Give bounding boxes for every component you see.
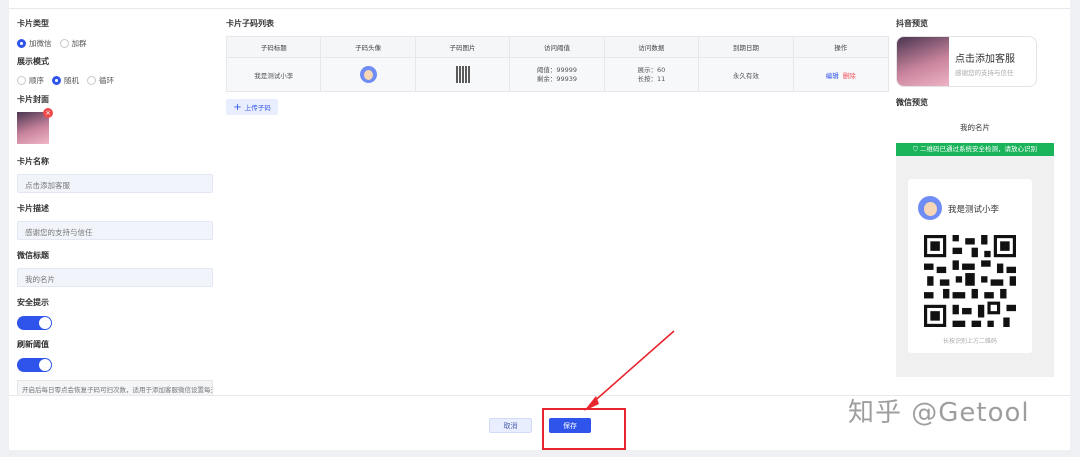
radio-label: 加微信 [29, 39, 52, 48]
col-actions: 操作 [834, 44, 848, 52]
subcode-table: 子码标题 子码头像 子码图片 访问阈值 访问数据 到期日期 操作 我是测试小李 … [226, 36, 889, 92]
col-image: 子码图片 [416, 37, 511, 57]
col-data: 访问数据 [605, 37, 700, 57]
card-name-label: 卡片名称 [17, 157, 49, 166]
wechat-title-input[interactable]: 我的名片 [17, 268, 213, 287]
card-name-input[interactable]: 点击添加客服 [17, 174, 213, 193]
remove-cover-icon[interactable]: × [43, 108, 53, 118]
radio-random[interactable]: 随机 [52, 75, 79, 86]
refresh-hint: 开启后每日零点会恢复子码可扫次数，适用于添加客服微信设置每天可添加数… [17, 380, 213, 396]
wechat-qr-tip: 长按识别上方二维码 [942, 338, 997, 345]
security-check-bar: ⛉ 二维码已通过系统安全检测，请放心识别 [896, 143, 1054, 156]
security-check-text: 二维码已通过系统安全检测，请放心识别 [919, 145, 1037, 153]
douyin-card-title: 点击添加客服 [955, 54, 1015, 65]
threshold-remaining: 剩余：99939 [536, 74, 578, 83]
radio-unchecked-icon [87, 76, 96, 85]
watermark: 知乎 @Getool [848, 398, 1030, 428]
display-mode-label: 展示模式 [17, 57, 49, 66]
refresh-threshold-label: 刷新阈值 [17, 340, 49, 349]
delete-link[interactable]: 删除 [843, 70, 856, 80]
safety-tip-label: 安全提示 [17, 298, 49, 307]
radio-add-wechat[interactable]: 加微信 [17, 38, 52, 49]
wechat-preview: 我的名片 ⛉ 二维码已通过系统安全检测，请放心识别 我是测试小李 长按识别上方二… [896, 113, 1054, 377]
cover-image[interactable]: × [17, 108, 53, 144]
data-longpress: 长按：11 [637, 74, 666, 83]
card-desc-label: 卡片描述 [17, 204, 49, 213]
cell-avatar [321, 58, 416, 91]
radio-add-group[interactable]: 加群 [59, 38, 87, 49]
wechat-contact-name: 我是测试小李 [948, 205, 1000, 215]
wechat-title-label: 微信标题 [17, 251, 49, 260]
radio-sequential[interactable]: 顺序 [17, 75, 44, 86]
cell-actions: 编辑 删除 [794, 58, 888, 91]
douyin-card-subtitle: 感谢您的支持与信任 [955, 69, 1014, 77]
table-header: 子码标题 子码头像 子码图片 访问阈值 访问数据 到期日期 操作 [227, 37, 888, 58]
wechat-card: 我是测试小李 长按识别上方二维码 [908, 179, 1032, 353]
col-title: 子码标题 [227, 37, 322, 57]
upload-subcode-button[interactable]: + 上传子码 [226, 99, 278, 115]
cancel-button[interactable]: 取消 [489, 418, 532, 433]
radio-label: 随机 [64, 76, 79, 85]
douyin-cover-image [897, 37, 949, 86]
avatar-icon [359, 66, 377, 83]
subcode-list-title: 卡片子码列表 [226, 19, 274, 28]
col-expire: 到期日期 [699, 37, 794, 57]
col-threshold: 访问阈值 [510, 37, 605, 57]
col-avatar: 子码头像 [321, 37, 416, 57]
avatar-icon [918, 196, 942, 220]
cell-threshold: 阈值：99999 剩余：99939 [510, 58, 605, 91]
douyin-preview-card: 点击添加客服 感谢您的支持与信任 [896, 36, 1037, 87]
toggle-knob [39, 317, 51, 329]
cell-title: 我是测试小李 [227, 58, 322, 91]
douyin-preview-label: 抖音预览 [896, 19, 928, 28]
radio-checked-icon [17, 39, 26, 48]
wechat-preview-title: 我的名片 [896, 113, 1054, 143]
display-mode-radio-group: 顺序 随机 循环 [17, 75, 118, 86]
qr-code-icon [924, 235, 1016, 327]
cover-label: 卡片封面 [17, 95, 49, 104]
refresh-threshold-toggle[interactable] [17, 358, 52, 372]
save-highlight-box [542, 408, 626, 450]
edit-link[interactable]: 编辑 [826, 70, 839, 80]
data-views: 展示：60 [637, 65, 666, 74]
wechat-preview-label: 微信预览 [896, 98, 928, 107]
radio-unchecked-icon [59, 39, 69, 48]
cell-data: 展示：60 长按：11 [605, 58, 700, 91]
radio-checked-icon [52, 76, 61, 85]
radio-unchecked-icon [17, 76, 26, 85]
card-type-label: 卡片类型 [17, 19, 49, 28]
qr-code-icon[interactable] [455, 66, 470, 83]
plus-icon: + [233, 101, 242, 113]
cell-expire: 永久有效 [699, 58, 794, 91]
toggle-knob [39, 359, 51, 371]
shield-check-icon: ⛉ [913, 145, 920, 153]
safety-tip-toggle[interactable] [17, 316, 52, 330]
top-divider [9, 8, 1070, 9]
card-type-radio-group: 加微信 加群 [17, 38, 91, 49]
radio-loop[interactable]: 循环 [87, 75, 114, 86]
threshold-value: 阈值：99999 [536, 65, 578, 74]
radio-label: 顺序 [29, 76, 44, 85]
radio-label: 循环 [99, 76, 114, 85]
cell-image [416, 58, 511, 91]
table-row: 我是测试小李 阈值：99999 剩余：99939 展示：60 长按：11 永久有效 … [227, 58, 888, 91]
card-desc-input[interactable]: 感谢您的支持与信任 [17, 221, 213, 240]
upload-label: 上传子码 [244, 104, 271, 112]
radio-label: 加群 [71, 39, 87, 48]
